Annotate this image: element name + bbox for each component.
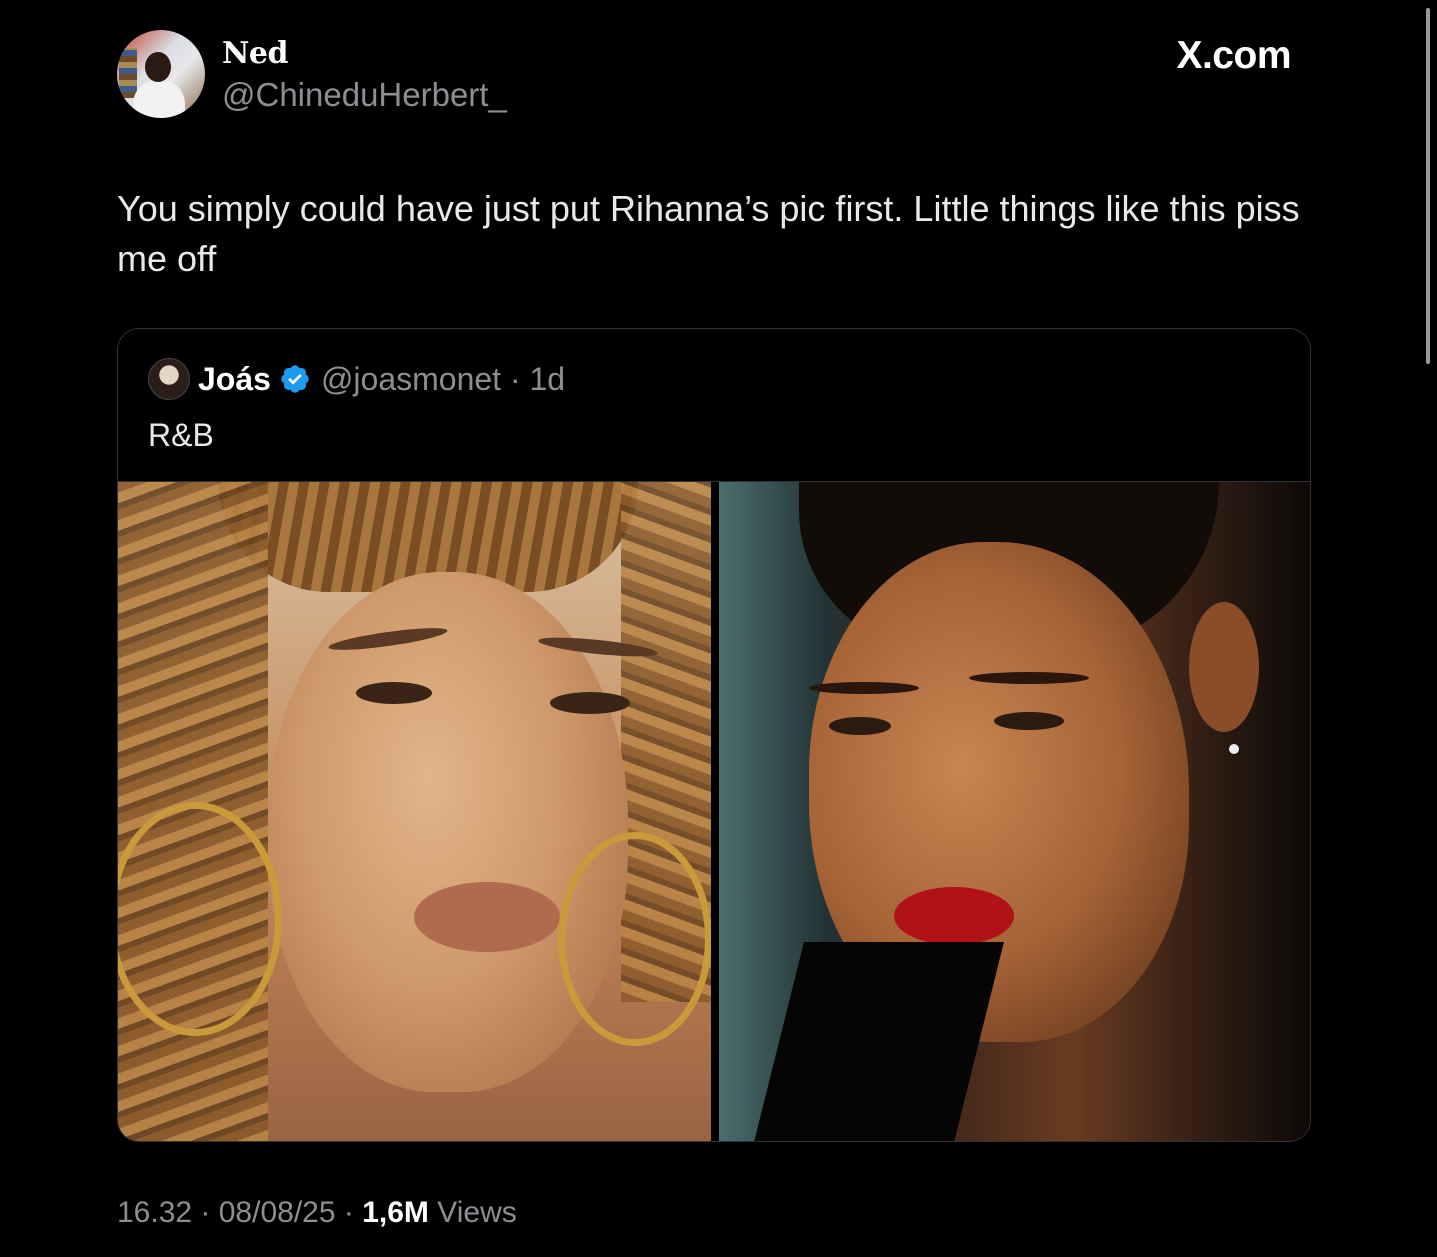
avatar-person-body xyxy=(133,80,185,118)
photo-2-eye xyxy=(829,717,891,735)
avatar-background-shelf xyxy=(119,48,137,98)
tweet-header: Ned @ChineduHerbert_ X.com xyxy=(117,28,1311,120)
scrollbar-thumb[interactable] xyxy=(1426,8,1430,364)
quoted-tweet[interactable]: Joás @joasmonet · 1d R&B xyxy=(117,328,1311,1142)
quoted-handle-text: @joasmonet xyxy=(320,360,502,397)
verified-badge-icon xyxy=(281,365,309,393)
photo-2[interactable] xyxy=(719,482,1310,1141)
quoted-author-handle[interactable]: @joasmonet · 1d xyxy=(321,361,565,398)
photo-2-collar xyxy=(754,942,1004,1141)
tweet-text: You simply could have just put Rihanna’s… xyxy=(117,188,1300,279)
tweet-date[interactable]: 08/08/25 xyxy=(219,1196,336,1229)
views-count: 1,6M xyxy=(362,1196,429,1229)
views-label: Views xyxy=(437,1196,517,1229)
tweet-time[interactable]: 16.32 xyxy=(117,1196,192,1229)
quoted-author-avatar[interactable] xyxy=(148,358,190,400)
photo-2-ear xyxy=(1189,602,1259,732)
photo-1-eye xyxy=(550,692,630,714)
photo-2-lips xyxy=(894,887,1014,945)
x-com-logo: X.com xyxy=(1176,34,1291,77)
quoted-tweet-header: Joás @joasmonet · 1d xyxy=(148,358,565,400)
quoted-tweet-age: 1d xyxy=(529,360,566,397)
photo-2-earring xyxy=(1229,744,1239,754)
avatar-person-head xyxy=(145,52,171,82)
quoted-author-name[interactable]: Joás xyxy=(198,361,271,398)
tweet-metadata: 16.32 · 08/08/25 · 1,6M Views xyxy=(117,1196,517,1229)
quoted-media-grid xyxy=(118,481,1310,1141)
photo-2-eye xyxy=(994,712,1064,730)
photo-1-hoop-earring xyxy=(558,832,711,1046)
author-name[interactable]: Ned xyxy=(222,36,289,71)
author-avatar[interactable] xyxy=(117,30,205,118)
photo-1[interactable] xyxy=(118,482,711,1141)
tweet: Ned @ChineduHerbert_ X.com You simply co… xyxy=(117,28,1311,1142)
photo-1-lips xyxy=(414,882,560,952)
photo-2-brow xyxy=(969,672,1089,684)
media-divider xyxy=(711,482,719,1141)
photo-2-brow xyxy=(809,682,919,694)
author-handle[interactable]: @ChineduHerbert_ xyxy=(222,76,507,114)
quoted-tweet-text: R&B xyxy=(148,417,214,453)
photo-1-eye xyxy=(356,682,432,704)
